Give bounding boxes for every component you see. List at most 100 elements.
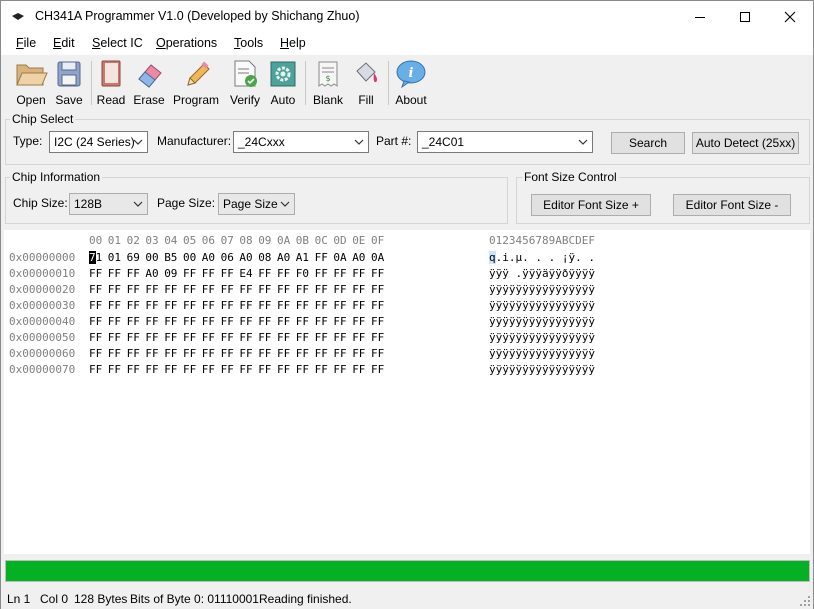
hex-byte[interactable]: FF [202,267,215,280]
hex-byte[interactable]: FF [202,283,215,296]
hex-byte[interactable]: FF [202,299,215,312]
hex-byte[interactable]: FF [145,315,158,328]
hex-byte[interactable]: FF [371,283,384,296]
hex-byte[interactable]: FF [277,267,290,280]
hex-byte[interactable]: FF [89,363,102,376]
blank-button[interactable]: $ Blank [310,59,346,109]
hex-byte[interactable]: FF [315,251,328,264]
hex-byte[interactable]: FF [315,283,328,296]
hex-byte[interactable]: FF [164,299,177,312]
hex-byte[interactable]: 69 [127,251,140,264]
hex-byte[interactable]: FF [258,363,271,376]
hex-byte[interactable]: FF [221,315,234,328]
hex-byte[interactable]: FF [145,299,158,312]
hex-byte[interactable]: FF [127,331,140,344]
hex-byte[interactable]: A0 [145,267,158,280]
hex-byte[interactable]: FF [239,331,252,344]
part-number-select[interactable]: _24C01 [417,131,593,153]
hex-byte[interactable]: FF [315,363,328,376]
hex-byte[interactable]: FF [315,315,328,328]
ascii-row[interactable]: ÿÿÿÿÿÿÿÿÿÿÿÿÿÿÿÿ [489,331,595,344]
hex-byte[interactable]: FF [183,331,196,344]
hex-byte[interactable]: 0A [371,251,384,264]
hex-byte[interactable]: FF [183,363,196,376]
hex-byte[interactable]: FF [239,347,252,360]
hex-byte[interactable]: FF [296,283,309,296]
hex-byte[interactable]: FF [127,347,140,360]
hex-byte[interactable]: FF [352,331,365,344]
ascii-row[interactable]: ÿÿÿÿÿÿÿÿÿÿÿÿÿÿÿÿ [489,315,595,328]
hex-byte[interactable]: FF [108,363,121,376]
auto-detect-button[interactable]: Auto Detect (25xx) [692,132,799,154]
hex-byte[interactable]: FF [239,299,252,312]
hex-byte[interactable]: 00 [183,251,196,264]
hex-byte[interactable]: FF [315,267,328,280]
hex-byte[interactable]: FF [371,363,384,376]
hex-byte[interactable]: FF [183,347,196,360]
hex-byte[interactable]: FF [258,299,271,312]
hex-byte[interactable]: FF [371,267,384,280]
hex-byte[interactable]: B5 [164,251,177,264]
resize-grip-icon[interactable] [799,595,811,607]
hex-byte[interactable]: FF [183,315,196,328]
editor-font-size-minus-button[interactable]: Editor Font Size - [673,194,791,216]
hex-byte[interactable]: E4 [239,267,252,280]
about-button[interactable]: i About [392,59,430,109]
auto-button[interactable]: Auto [267,59,299,109]
menu-help[interactable]: Help [280,36,306,50]
hex-byte[interactable]: FF [164,283,177,296]
hex-byte[interactable]: FF [277,347,290,360]
menu-select-ic[interactable]: Select IC [92,36,143,50]
hex-byte[interactable]: FF [296,299,309,312]
hex-byte[interactable]: FF [108,331,121,344]
type-select[interactable]: I2C (24 Series) [49,131,148,153]
ascii-row[interactable]: ÿÿÿÿÿÿÿÿÿÿÿÿÿÿÿÿ [489,299,595,312]
minimize-button[interactable] [677,1,723,32]
hex-byte[interactable]: FF [277,283,290,296]
hex-byte[interactable]: FF [127,363,140,376]
hex-byte[interactable]: 06 [221,251,234,264]
hex-byte[interactable]: 08 [258,251,271,264]
hex-byte[interactable]: 09 [164,267,177,280]
hex-byte[interactable]: FF [352,363,365,376]
hex-byte[interactable]: FF [127,267,140,280]
hex-byte[interactable]: FF [108,347,121,360]
hex-byte[interactable]: FF [89,267,102,280]
hex-byte[interactable]: A0 [202,251,215,264]
hex-byte[interactable]: 01 [108,251,121,264]
hex-byte[interactable]: FF [258,283,271,296]
hex-byte[interactable]: FF [296,363,309,376]
ascii-row[interactable]: ÿÿÿ .ÿÿÿäÿÿðÿÿÿÿ [489,267,595,280]
hex-byte[interactable]: FF [89,331,102,344]
hex-editor[interactable]: 00 01 02 03 04 05 06 07 08 09 0A 0B 0C 0D 0E 0F 01234567… [4,230,810,554]
hex-byte[interactable]: FF [183,299,196,312]
hex-byte[interactable]: FF [202,363,215,376]
hex-byte[interactable]: FF [296,331,309,344]
hex-byte[interactable]: FF [258,331,271,344]
hex-byte[interactable]: FF [371,299,384,312]
hex-byte[interactable]: FF [239,283,252,296]
hex-byte[interactable]: F0 [296,267,309,280]
hex-byte[interactable]: FF [221,283,234,296]
hex-byte[interactable]: FF [333,331,346,344]
hex-byte[interactable]: FF [127,283,140,296]
hex-byte[interactable]: A0 [352,251,365,264]
hex-byte[interactable]: 0A [333,251,346,264]
hex-byte[interactable]: FF [145,347,158,360]
hex-byte[interactable]: A1 [296,251,309,264]
hex-byte[interactable]: FF [333,315,346,328]
ascii-row[interactable]: ÿÿÿÿÿÿÿÿÿÿÿÿÿÿÿÿ [489,363,595,376]
hex-byte[interactable]: FF [315,331,328,344]
maximize-button[interactable] [722,1,768,32]
hex-byte[interactable]: FF [202,315,215,328]
hex-byte[interactable]: FF [296,347,309,360]
hex-byte[interactable]: FF [277,363,290,376]
hex-byte[interactable]: FF [145,283,158,296]
hex-byte[interactable]: FF [333,347,346,360]
hex-byte[interactable]: FF [277,299,290,312]
hex-byte[interactable]: FF [183,283,196,296]
manufacturer-select[interactable]: _24Cxxx [233,131,369,153]
hex-byte[interactable]: FF [315,299,328,312]
hex-byte[interactable]: FF [221,347,234,360]
chip-size-select[interactable]: 128B [69,193,148,215]
